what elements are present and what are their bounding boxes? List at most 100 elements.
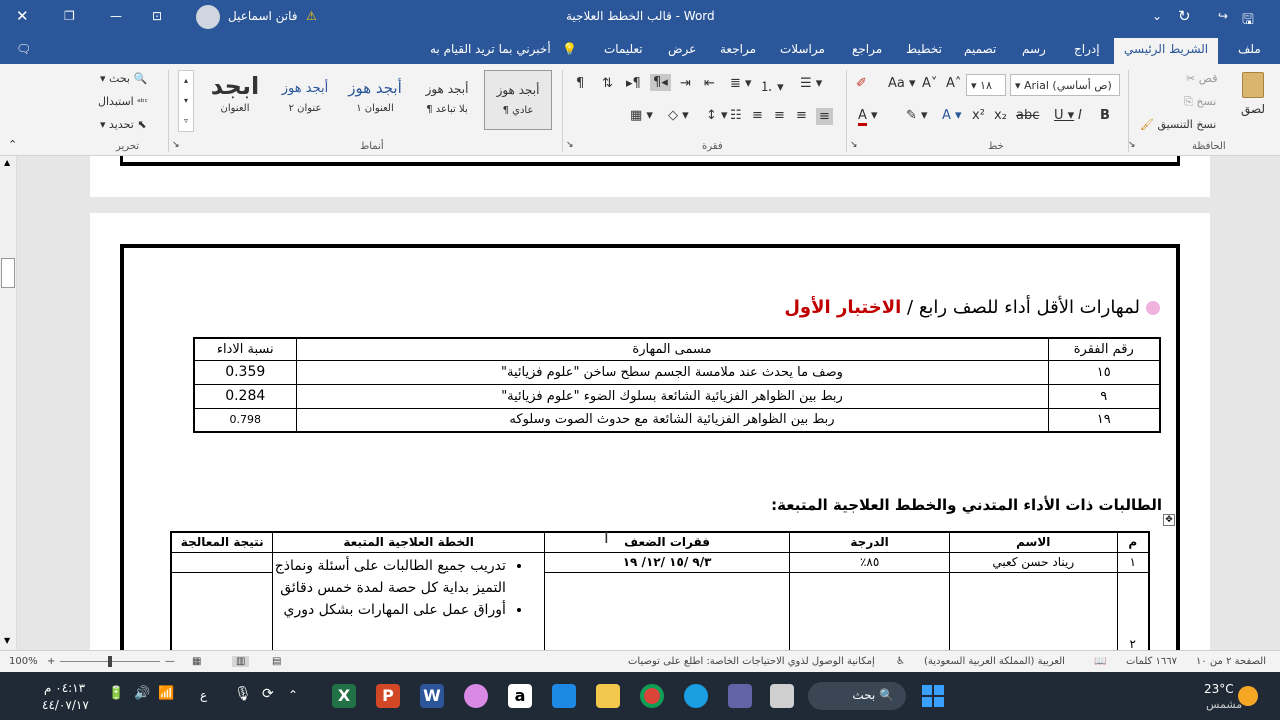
styles-scroll[interactable]: ▴ ▾ ▿ — [178, 70, 194, 132]
folder-icon[interactable] — [596, 684, 620, 708]
tab-references[interactable]: مراجع — [852, 42, 882, 56]
tab-layout[interactable]: تخطيط — [906, 42, 942, 56]
tab-file[interactable]: ملف — [1238, 42, 1261, 56]
word-icon[interactable]: W — [420, 684, 444, 708]
zoom-level[interactable]: 100% — [9, 656, 38, 667]
clock-time[interactable]: ٠٤:١٣ م — [44, 681, 85, 695]
font-launcher-icon[interactable]: ↘ — [850, 140, 858, 150]
word-count[interactable]: ١٦٦٧ كلمات — [1126, 656, 1177, 667]
scroll-up-icon[interactable]: ▲ — [4, 158, 10, 167]
comments-icon[interactable]: 🗨 — [16, 42, 31, 56]
warning-icon[interactable]: ⚠ — [306, 9, 317, 23]
repeat-icon[interactable]: ↻ — [1178, 7, 1191, 25]
file-explorer-icon[interactable] — [770, 684, 794, 708]
customize-toolbar-icon[interactable]: ⌄ — [1152, 9, 1162, 23]
tab-help[interactable]: تعليمات — [604, 42, 643, 56]
start-icon[interactable] — [922, 685, 944, 707]
minimize-icon[interactable]: — — [110, 9, 122, 23]
edge-icon[interactable] — [684, 684, 708, 708]
teams-icon[interactable] — [728, 684, 752, 708]
tab-home[interactable]: الشريط الرئيسي — [1114, 38, 1219, 64]
increase-indent-icon[interactable]: ⇥ — [680, 76, 691, 91]
highlight-icon[interactable]: ✎ ▾ — [906, 108, 928, 123]
zoom-out-icon[interactable]: — — [165, 656, 175, 667]
subscript-icon[interactable]: x₂ — [994, 108, 1007, 123]
text-effects-icon[interactable]: A ▾ — [942, 108, 962, 123]
style-title[interactable]: ابجد العنوان — [200, 70, 270, 130]
web-layout-icon[interactable]: ▦ — [192, 656, 201, 667]
ribbon-display-icon[interactable]: ⊡ — [152, 9, 162, 23]
battery-icon[interactable]: 🔋 — [108, 686, 124, 701]
tab-insert[interactable]: إدراج — [1074, 42, 1100, 56]
volume-icon[interactable]: 🔊 — [134, 686, 150, 701]
tab-design[interactable]: تصميم — [964, 42, 996, 56]
ltr-direction-icon[interactable]: ▸¶ — [626, 76, 641, 91]
zoom-in-icon[interactable]: + — [47, 656, 55, 667]
scroll-down-icon[interactable]: ▼ — [4, 636, 10, 645]
page-count[interactable]: الصفحة ٢ من ١٠ — [1196, 656, 1266, 667]
excel-icon[interactable]: X — [332, 684, 356, 708]
table-move-handle-icon[interactable]: ✥ — [1163, 514, 1175, 526]
numbering-icon[interactable]: ⒈ ▾ — [760, 76, 784, 95]
collapse-ribbon-icon[interactable]: ⌃ — [8, 138, 17, 151]
print-layout-icon[interactable]: ▥ — [232, 656, 250, 667]
amazon-icon[interactable]: a — [508, 684, 532, 708]
chrome-icon[interactable] — [640, 684, 664, 708]
zoom-slider[interactable] — [60, 656, 160, 667]
line-spacing-icon[interactable]: ↕ ▾ — [706, 108, 728, 123]
bullets-icon[interactable]: ☰ ▾ — [800, 76, 822, 91]
save-icon[interactable]: 🖫 — [1242, 9, 1254, 33]
font-name-dropdown[interactable]: ▾ Arial (ص أساسي) — [1010, 74, 1120, 96]
format-painter-button[interactable]: 🖌 نسخ التنسيق — [1140, 118, 1216, 131]
wifi-icon[interactable]: 📶 — [158, 686, 174, 701]
sync-icon[interactable]: ⟳ — [262, 686, 274, 702]
clipboard-launcher-icon[interactable]: ↘ — [1128, 140, 1136, 150]
strikethrough-icon[interactable]: abc — [1016, 108, 1039, 123]
font-color-icon[interactable]: A ▾ — [858, 108, 878, 126]
decrease-indent-icon[interactable]: ⇤ — [704, 76, 715, 91]
close-icon[interactable]: ✕ — [16, 7, 29, 25]
weather-temp[interactable]: 23°C — [1204, 682, 1234, 696]
style-normal[interactable]: أبجد هوز ¶ عادي — [484, 70, 552, 130]
align-left-icon[interactable]: ≡ — [752, 108, 763, 123]
clear-formatting-icon[interactable]: ✐ — [856, 76, 867, 91]
tell-me-box[interactable]: أخبرني بما تريد القيام به — [430, 42, 551, 56]
tab-review[interactable]: مراجعة — [720, 42, 756, 56]
show-marks-icon[interactable]: ¶ — [576, 76, 584, 91]
avatar[interactable] — [196, 5, 220, 29]
font-size-dropdown[interactable]: ▾ ١٨ — [966, 74, 1006, 96]
sort-icon[interactable]: ⇅ — [602, 76, 613, 91]
grow-font-icon[interactable]: A˄ — [946, 76, 961, 91]
accessibility-status[interactable]: إمكانية الوصول لذوي الاحتياجات الخاصة: ا… — [628, 656, 875, 667]
justify-icon[interactable]: ≡ — [816, 108, 833, 125]
replace-button[interactable]: استبدال ᵃᵇᶜ — [98, 95, 148, 108]
user-name[interactable]: فاتن اسماعيل — [228, 9, 298, 23]
cut-button[interactable]: ✂ قص — [1186, 72, 1217, 85]
bold-icon[interactable]: B — [1100, 108, 1110, 123]
multilevel-list-icon[interactable]: ≣ ▾ — [730, 76, 752, 91]
focus-mode-icon[interactable]: ▤ — [272, 656, 281, 667]
zoom-slider-thumb[interactable] — [108, 656, 112, 667]
style-heading1[interactable]: أبجد هوز العنوان ١ — [340, 70, 410, 130]
show-hidden-icon[interactable]: ⌃ — [288, 688, 298, 702]
change-case-icon[interactable]: Aa ▾ — [888, 76, 916, 91]
distributed-icon[interactable]: ☷ — [730, 108, 742, 123]
vertical-scrollbar[interactable]: ▲ ▼ — [0, 156, 17, 650]
align-right-icon[interactable]: ≡ — [796, 108, 807, 123]
accessibility-icon[interactable]: ♿ — [896, 656, 905, 667]
paragraph-launcher-icon[interactable]: ↘ — [566, 140, 574, 150]
mail-icon[interactable] — [552, 684, 576, 708]
tab-draw[interactable]: رسم — [1022, 42, 1046, 56]
style-no-spacing[interactable]: أبجد هوز ¶ بلا تباعد — [414, 70, 480, 130]
find-button[interactable]: ▾ بحث 🔍 — [100, 72, 147, 85]
shrink-font-icon[interactable]: A˅ — [922, 76, 937, 91]
microphone-icon[interactable]: 🎙 — [234, 686, 252, 702]
weather-desc[interactable]: مشمس — [1206, 698, 1242, 711]
language-indicator[interactable]: العربية (المملكة العربية السعودية) — [924, 656, 1065, 667]
powerpoint-icon[interactable]: P — [376, 684, 400, 708]
select-button[interactable]: ▾ تحديد ⬉ — [100, 118, 147, 131]
input-language[interactable]: ع — [200, 688, 207, 702]
rtl-direction-icon[interactable]: ¶◂ — [650, 74, 671, 91]
clock-date[interactable]: ٤٤/٠٧/١٧ — [42, 698, 89, 712]
styles-launcher-icon[interactable]: ↘ — [172, 140, 180, 150]
